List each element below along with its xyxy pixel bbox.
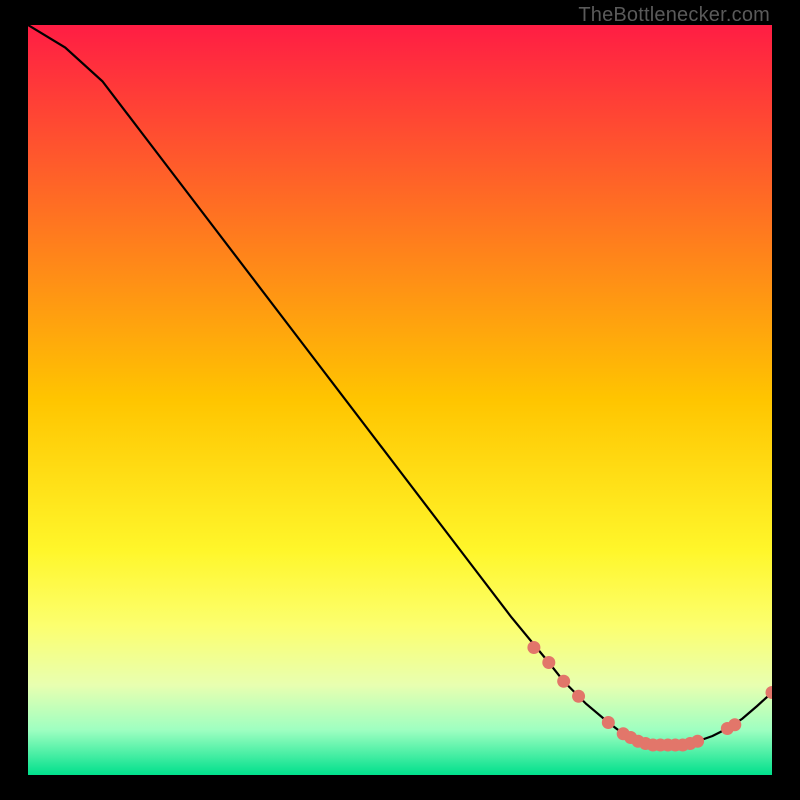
data-marker [602,716,615,729]
data-marker [572,690,585,703]
chart-background [28,25,772,775]
data-marker [557,675,570,688]
data-marker [728,718,741,731]
chart-frame: TheBottlenecker.com [0,0,800,800]
data-marker [542,656,555,669]
data-marker [527,641,540,654]
data-marker [691,735,704,748]
watermark-text: TheBottlenecker.com [578,4,770,27]
bottleneck-chart [28,25,772,775]
